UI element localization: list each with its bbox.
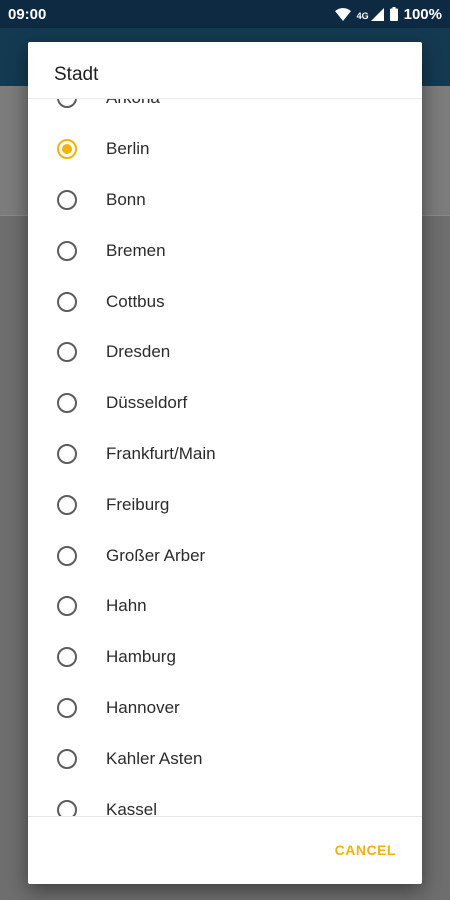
status-time: 09:00 — [8, 5, 47, 23]
network-type-label: 4G — [356, 10, 369, 21]
radio-unchecked-icon[interactable] — [57, 748, 77, 769]
radio-checked-icon[interactable] — [57, 139, 77, 160]
option-label: Frankfurt/Main — [106, 443, 216, 463]
radio-unchecked-icon[interactable] — [57, 443, 77, 464]
radio-unchecked-icon[interactable] — [57, 799, 77, 816]
dialog-title: Stadt — [54, 64, 99, 85]
option-label: Düsseldorf — [106, 393, 188, 413]
radio-unchecked-icon[interactable] — [57, 189, 77, 210]
options-list-viewport[interactable]: Arkona Berlin Bonn Bremen Cottbus Dresden Düss… — [28, 99, 422, 816]
option-row[interactable]: Kahler Asten — [28, 733, 422, 784]
option-row[interactable]: Kassel — [28, 784, 422, 816]
cell-signal-icon — [370, 7, 384, 21]
option-row[interactable]: Großer Arber — [28, 530, 422, 581]
option-row[interactable]: Bremen — [28, 225, 422, 276]
option-label: Großer Arber — [106, 545, 206, 565]
option-label: Hannover — [106, 697, 180, 717]
wifi-icon — [334, 7, 351, 21]
radio-unchecked-icon[interactable] — [57, 291, 77, 312]
radio-unchecked-icon[interactable] — [57, 596, 77, 617]
battery-percentage: 100% — [403, 5, 442, 23]
option-row[interactable]: Hahn — [28, 581, 422, 632]
option-label: Bremen — [106, 240, 166, 260]
options-list: Arkona Berlin Bonn Bremen Cottbus Dresden Düss… — [28, 99, 422, 816]
option-row[interactable]: Bonn — [28, 175, 422, 226]
radio-unchecked-icon[interactable] — [57, 647, 77, 668]
option-label: Freiburg — [106, 494, 170, 514]
option-row[interactable]: Freiburg — [28, 479, 422, 530]
city-picker-dialog: Stadt Arkona Berlin Bonn Bremen Cottbus Dresd… — [28, 42, 422, 884]
radio-unchecked-icon[interactable] — [57, 393, 77, 414]
option-label: Bonn — [106, 189, 146, 209]
option-row[interactable]: Arkona — [28, 99, 422, 124]
option-row[interactable]: Hamburg — [28, 632, 422, 683]
cancel-button[interactable]: CANCEL — [335, 842, 396, 858]
option-label: Kassel — [106, 799, 158, 816]
status-icons: 4G 100% — [334, 5, 442, 23]
actions-divider — [28, 816, 422, 817]
radio-unchecked-icon[interactable] — [57, 494, 77, 515]
option-row[interactable]: Frankfurt/Main — [28, 429, 422, 480]
radio-unchecked-icon[interactable] — [57, 99, 77, 109]
radio-unchecked-icon[interactable] — [57, 697, 77, 718]
option-row[interactable]: Hannover — [28, 683, 422, 734]
option-label: Hahn — [106, 596, 147, 616]
option-label: Berlin — [106, 139, 150, 159]
option-label: Cottbus — [106, 291, 165, 311]
option-row[interactable]: Berlin — [28, 124, 422, 175]
option-row[interactable]: Cottbus — [28, 276, 422, 327]
radio-unchecked-icon[interactable] — [57, 240, 77, 261]
radio-unchecked-icon[interactable] — [57, 342, 77, 363]
option-label: Dresden — [106, 342, 171, 362]
battery-icon — [389, 7, 398, 21]
status-bar: 09:00 4G 100% — [0, 0, 450, 28]
option-label: Kahler Asten — [106, 748, 203, 768]
option-label: Arkona — [106, 99, 160, 108]
option-row[interactable]: Dresden — [28, 327, 422, 378]
option-label: Hamburg — [106, 647, 176, 667]
option-row[interactable]: Düsseldorf — [28, 378, 422, 429]
radio-unchecked-icon[interactable] — [57, 545, 77, 566]
